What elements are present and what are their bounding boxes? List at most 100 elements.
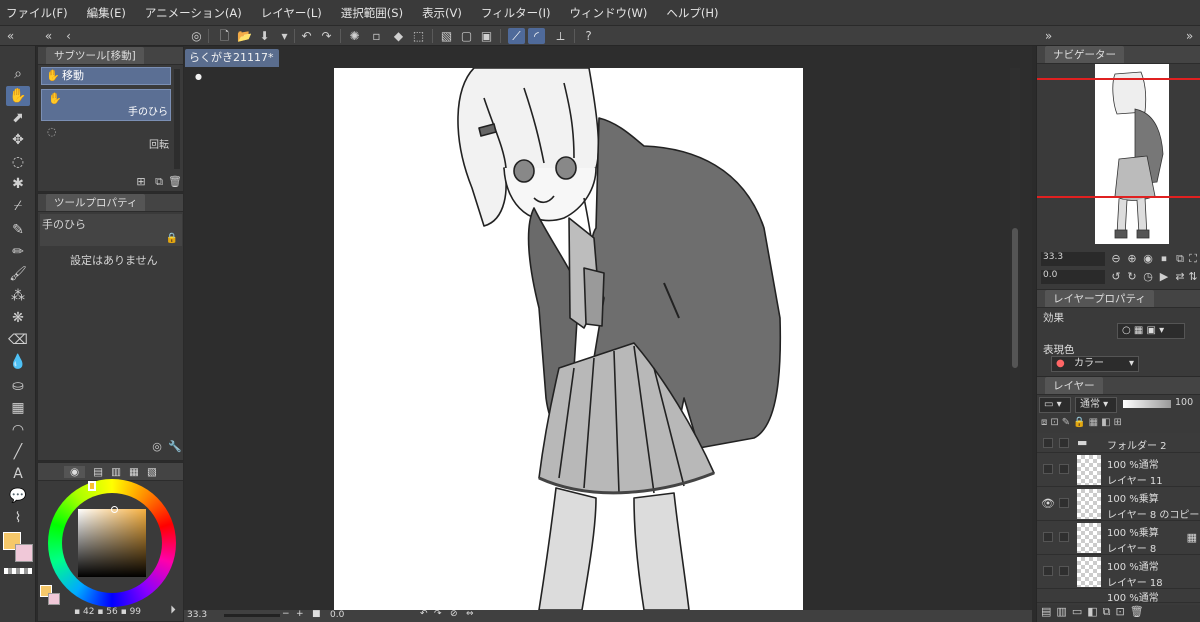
collapse-right-icon[interactable]: » (1040, 28, 1057, 44)
brush-icon[interactable]: 🖌 (6, 264, 30, 284)
color-wheel-tab-icon[interactable]: ◉ (64, 465, 86, 478)
transparent-color-swatch[interactable] (4, 568, 32, 574)
drawing-canvas[interactable] (334, 68, 803, 610)
snap-ruler-icon[interactable]: ⟋ (508, 28, 525, 44)
eye-icon[interactable]: 👁 (1041, 497, 1055, 510)
airbrush-icon[interactable]: ⁂ (6, 286, 30, 306)
approx-color-tab-icon[interactable]: ▦ (129, 466, 139, 478)
magic-wand-icon[interactable]: ✱ (6, 174, 30, 194)
chevron-down-icon[interactable]: ▾ (276, 28, 293, 44)
effect-selector[interactable]: ○ ▦ ▣ ▾ (1117, 323, 1185, 339)
help-icon[interactable]: ? (580, 28, 597, 44)
mask-icon[interactable]: ◧ (1087, 605, 1102, 618)
reference-icon[interactable]: ⊡ (1050, 417, 1061, 428)
sv-marker[interactable] (111, 506, 118, 513)
flip-horizontal-icon[interactable]: ▶ (1157, 270, 1171, 284)
decoration-icon[interactable]: ❋ (6, 308, 30, 328)
document-tab[interactable]: らくがき21117* ● (185, 49, 279, 81)
hue-marker[interactable] (88, 481, 96, 491)
menu-window[interactable]: ウィンドウ(W) (570, 5, 648, 21)
fit-icon[interactable]: ■ (312, 609, 321, 619)
figure-icon[interactable]: ◠ (6, 420, 30, 440)
menu-edit[interactable]: 編集(E) (87, 5, 126, 21)
delete-subtool-icon[interactable]: 🗑 (168, 175, 182, 189)
lock-alpha-icon[interactable]: ▦ (1089, 417, 1101, 428)
menu-file[interactable]: ファイル(F) (6, 5, 68, 21)
pencil-icon[interactable]: ✏ (6, 242, 30, 262)
fill-bucket-icon[interactable]: ⛀ (6, 376, 30, 396)
zoom-readout[interactable]: 33.3 (187, 610, 207, 620)
color-set-tab-icon[interactable]: ▤ (93, 466, 103, 478)
subtool-group-tab[interactable]: ✋ 移動 (41, 67, 171, 85)
flip-icon[interactable]: ⇔ (466, 609, 474, 619)
collapse-right-icon[interactable]: » (1181, 28, 1198, 44)
create-subtool-icon[interactable]: ⊞ (134, 175, 148, 189)
loading-icon[interactable]: ✺ (346, 28, 363, 44)
menu-filter[interactable]: フィルター(I) (481, 5, 551, 21)
clip-icon[interactable]: ⊡ (1115, 605, 1129, 618)
layer-row[interactable]: ▬ フォルダー 2 (1037, 433, 1200, 453)
fit-window-icon[interactable]: ⧉ (1173, 252, 1187, 266)
lock-icon[interactable]: 🔒 (166, 233, 178, 244)
fit-navigator-icon[interactable]: ⏹ (1157, 252, 1171, 266)
fullscreen-icon[interactable]: ⛶ (1187, 252, 1199, 266)
zoom-out-icon[interactable]: − (282, 609, 290, 619)
collapse-left-icon[interactable]: « (40, 28, 57, 44)
lock-toggle[interactable] (1059, 532, 1069, 542)
reset-rotation-icon[interactable]: ⊘ (450, 609, 458, 619)
opacity-value[interactable]: 100 (1175, 397, 1193, 408)
menu-help[interactable]: ヘルプ(H) (666, 5, 718, 21)
clear-icon[interactable]: ▫ (368, 28, 385, 44)
zoom-slider[interactable] (224, 614, 280, 617)
layer-row[interactable]: 100 %通常 レイヤー 11 (1037, 453, 1200, 487)
fill-icon[interactable]: ◆ (390, 28, 407, 44)
subtool-scrollbar[interactable] (174, 69, 180, 169)
menu-selection[interactable]: 選択範囲(S) (341, 5, 403, 21)
settings-icon[interactable]: ◎ (150, 440, 164, 454)
new-vector-layer-icon[interactable]: ▥ (1056, 605, 1071, 618)
canvas-vertical-scrollbar[interactable] (1010, 68, 1020, 610)
layer-row[interactable]: 100 %通常 レイヤー 18 (1037, 555, 1200, 589)
invert-selection-icon[interactable]: ▣ (478, 28, 495, 44)
eraser-icon[interactable]: ⌫ (6, 330, 30, 350)
hand-icon[interactable]: ✋ (6, 86, 30, 106)
menu-view[interactable]: 表示(V) (422, 5, 462, 21)
balloon-icon[interactable]: 💬 (6, 486, 30, 506)
intermediate-color-tab-icon[interactable]: ▥ (111, 466, 121, 478)
open-folder-icon[interactable]: 📂 (236, 28, 253, 44)
close-tab-icon[interactable]: ● (195, 72, 202, 81)
clip-studio-icon[interactable]: ◎ (188, 28, 205, 44)
saturation-value-square[interactable] (78, 509, 146, 577)
lock-toggle[interactable] (1059, 464, 1069, 474)
save-icon[interactable]: ⬇ (256, 28, 273, 44)
visibility-toggle[interactable] (1043, 566, 1053, 576)
mask-icon[interactable]: ◧ (1101, 417, 1113, 428)
move-layer-icon[interactable]: ✥ (6, 130, 30, 150)
zoom-in-icon[interactable]: + (296, 609, 304, 619)
ruler-icon[interactable]: ⊞ (1114, 417, 1125, 428)
navigator-view-frame[interactable] (1037, 78, 1200, 198)
navigator-zoom[interactable]: 33.3 (1041, 252, 1105, 266)
new-folder-icon[interactable]: ▭ (1072, 605, 1087, 618)
color-history-tab-icon[interactable]: ▧ (147, 466, 157, 478)
transform-icon[interactable]: ⬚ (410, 28, 427, 44)
blend-mode-dropdown[interactable]: 通常 ▾ (1075, 397, 1117, 413)
lock-toggle[interactable] (1059, 438, 1069, 448)
zoom-in-icon[interactable]: ⊕ (1125, 252, 1139, 266)
text-icon[interactable]: A (6, 464, 30, 484)
new-file-icon[interactable]: 🗋 (216, 28, 233, 44)
merge-icon[interactable]: ⧉ (1103, 605, 1116, 618)
layer-color-button[interactable]: ▭ ▾ (1039, 397, 1071, 413)
snap-special-ruler-icon[interactable]: ◜ (528, 28, 545, 44)
rotate-right-icon[interactable]: ↷ (434, 609, 442, 619)
rotate-right-icon[interactable]: ↻ (1125, 270, 1139, 284)
visibility-toggle[interactable] (1043, 464, 1053, 474)
angle-readout[interactable]: 0.0 (330, 610, 344, 620)
crop-icon[interactable]: ▢ (458, 28, 475, 44)
layer-row[interactable]: 100 %通常 (1037, 589, 1200, 603)
deselect-icon[interactable]: ▧ (438, 28, 455, 44)
rotate-left-icon[interactable]: ↺ (1109, 270, 1123, 284)
layer-row[interactable]: 100 %乗算 レイヤー 8 ▦ (1037, 521, 1200, 555)
correct-line-icon[interactable]: ⌇ (6, 508, 30, 528)
menu-animation[interactable]: アニメーション(A) (145, 5, 242, 21)
